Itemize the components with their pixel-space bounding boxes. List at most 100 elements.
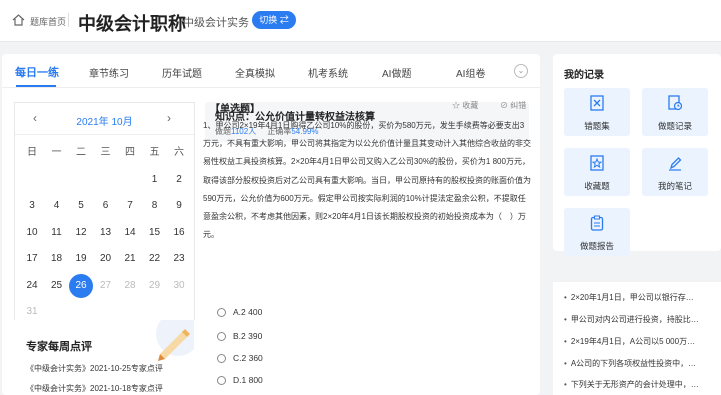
tab-past-exams[interactable]: 历年试题 bbox=[162, 65, 202, 80]
favorite-button[interactable]: ☆ 收藏 bbox=[452, 100, 478, 111]
option-label: C.2 360 bbox=[233, 353, 263, 363]
page-title: 中级会计职称 bbox=[78, 14, 186, 34]
calendar-header: ‹ 2021年 10月 › bbox=[15, 103, 194, 135]
expert-review-title: 专家每周点评 bbox=[26, 341, 92, 353]
record-label: 我的笔记 bbox=[657, 181, 692, 191]
calendar-weekday: 三 bbox=[100, 147, 111, 158]
calendar-day[interactable]: 3 bbox=[20, 194, 44, 218]
expert-review-card: 专家每周点评 《中级会计实务》2021-10-25专家点评 《中级会计实务》20… bbox=[14, 320, 195, 395]
calendar-day[interactable]: 28 bbox=[118, 274, 142, 298]
wrong-book-icon bbox=[590, 95, 604, 111]
history-icon bbox=[668, 95, 682, 111]
practice-report-button[interactable]: 做题报告 bbox=[564, 208, 630, 256]
option-b[interactable]: B.2 390 bbox=[217, 331, 263, 342]
calendar-day[interactable]: 1 bbox=[143, 168, 167, 192]
calendar-day[interactable]: 17 bbox=[20, 247, 44, 271]
radio-icon bbox=[217, 332, 226, 342]
calendar-day[interactable]: 6 bbox=[94, 194, 118, 218]
calendar-day[interactable]: 8 bbox=[143, 194, 167, 218]
calendar-weekday: 五 bbox=[149, 147, 160, 158]
option-d[interactable]: D.1 800 bbox=[217, 375, 263, 386]
subject-name: 中级会计实务 bbox=[183, 17, 249, 29]
tab-bar: 每日一练 章节练习 历年试题 全真模拟 机考系统 AI做题 AI组卷 ⌄ bbox=[2, 54, 540, 88]
option-label: D.1 800 bbox=[233, 375, 263, 385]
list-item[interactable]: 2×20年1月1日，甲公司以银行存… bbox=[564, 292, 694, 303]
calendar-weekday: 一 bbox=[51, 147, 62, 158]
calendar-day[interactable]: 30 bbox=[167, 274, 191, 298]
favorites-button[interactable]: 收藏题 bbox=[564, 148, 630, 196]
tab-ai-paper[interactable]: AI组卷 bbox=[456, 65, 485, 80]
tab-daily-practice[interactable]: 每日一练 bbox=[15, 64, 59, 80]
chevron-right-icon[interactable]: › bbox=[167, 111, 171, 125]
radio-icon bbox=[217, 376, 226, 386]
calendar-day[interactable]: 16 bbox=[167, 221, 191, 245]
radio-icon bbox=[217, 308, 226, 318]
calendar-day[interactable]: 24 bbox=[20, 274, 44, 298]
star-icon bbox=[590, 155, 604, 171]
chevron-down-icon[interactable]: ⌄ bbox=[514, 64, 528, 78]
report-error-label: 纠错 bbox=[510, 101, 527, 110]
calendar-day[interactable]: 9 bbox=[167, 194, 191, 218]
calendar-day[interactable]: 20 bbox=[94, 247, 118, 271]
option-label: A.2 400 bbox=[233, 307, 263, 317]
review-link[interactable]: 《中级会计实务》2021-10-18专家点评 bbox=[26, 383, 163, 394]
record-label: 做题记录 bbox=[657, 121, 692, 131]
calendar-weekday: 四 bbox=[125, 147, 135, 158]
option-a[interactable]: A.2 400 bbox=[217, 307, 263, 318]
wrong-questions-button[interactable]: 错题集 bbox=[564, 88, 630, 136]
header-divider bbox=[68, 13, 69, 27]
my-records-title: 我的记录 bbox=[564, 70, 604, 81]
calendar-day[interactable]: 29 bbox=[143, 274, 167, 298]
list-item[interactable]: 甲公司对内公司进行投资，持股比… bbox=[564, 314, 699, 325]
calendar-day[interactable]: 14 bbox=[118, 221, 142, 245]
tab-mock-exam[interactable]: 全真模拟 bbox=[235, 65, 275, 80]
home-icon[interactable] bbox=[12, 14, 25, 26]
list-item[interactable]: 2×19年4月1日，A公司以5 000万… bbox=[564, 336, 695, 347]
calendar-day bbox=[94, 168, 118, 192]
tab-active-indicator bbox=[16, 85, 56, 87]
option-c[interactable]: C.2 360 bbox=[217, 353, 263, 364]
option-label: B.2 390 bbox=[233, 331, 263, 341]
calendar-day[interactable]: 21 bbox=[118, 247, 142, 271]
question-text: 1、甲公司2×19年4月1日购得乙公司10%的股份，买价为580万元，发生手续费… bbox=[203, 121, 531, 240]
edit-icon bbox=[669, 157, 682, 171]
tab-ai-practice[interactable]: AI做题 bbox=[382, 65, 411, 80]
practice-history-button[interactable]: 做题记录 bbox=[642, 88, 708, 136]
record-label: 做题报告 bbox=[579, 241, 614, 251]
tab-chapter-practice[interactable]: 章节练习 bbox=[89, 65, 129, 80]
calendar-day[interactable]: 22 bbox=[143, 247, 167, 271]
radio-icon bbox=[217, 354, 226, 364]
calendar-day[interactable]: 13 bbox=[94, 221, 118, 245]
clipboard-icon bbox=[590, 215, 604, 231]
report-error-button[interactable]: ⊘ 纠错 bbox=[500, 100, 526, 111]
calendar-day[interactable]: 27 bbox=[94, 274, 118, 298]
list-item[interactable]: 下列关于无形资产的会计处理中，… bbox=[564, 379, 699, 390]
my-records-panel: 我的记录 错题集 做题记录 收藏题 我的笔记 做题报告 bbox=[553, 54, 721, 256]
pencil-decoration-icon bbox=[156, 320, 194, 361]
calendar-day[interactable]: 4 bbox=[45, 194, 69, 218]
calendar-day[interactable]: 18 bbox=[45, 247, 69, 271]
calendar-day[interactable]: 7 bbox=[118, 194, 142, 218]
calendar-day-today[interactable]: 26 bbox=[69, 273, 93, 298]
home-link[interactable]: 题库首页 bbox=[30, 15, 66, 28]
calendar-day bbox=[20, 168, 44, 192]
record-label: 收藏题 bbox=[584, 181, 610, 191]
calendar-day[interactable]: 23 bbox=[167, 247, 191, 271]
list-item[interactable]: A公司的下列各项权益性投资中，… bbox=[564, 358, 696, 369]
question-type: 【单选题】 bbox=[210, 104, 260, 115]
record-label: 错题集 bbox=[584, 121, 610, 131]
calendar-day[interactable]: 10 bbox=[20, 221, 44, 245]
calendar-day[interactable]: 2 bbox=[167, 168, 191, 192]
calendar-day[interactable]: 25 bbox=[45, 274, 69, 298]
tab-computer-exam[interactable]: 机考系统 bbox=[308, 65, 348, 80]
switch-subject-button[interactable]: 切换 ⇄ bbox=[252, 11, 296, 29]
calendar-day[interactable]: 12 bbox=[69, 221, 93, 245]
my-notes-button[interactable]: 我的笔记 bbox=[642, 148, 708, 196]
calendar-day[interactable]: 5 bbox=[69, 194, 93, 218]
calendar-day[interactable]: 11 bbox=[45, 221, 69, 245]
related-questions-list: 2×20年1月1日，甲公司以银行存… 甲公司对内公司进行投资，持股比… 2×19… bbox=[553, 282, 721, 395]
calendar: ‹ 2021年 10月 › 日一二三四五六 1 2 3 4 5 6 7 8 9 10 11 12 13 14… bbox=[14, 102, 195, 355]
review-link[interactable]: 《中级会计实务》2021-10-25专家点评 bbox=[26, 363, 163, 374]
calendar-day[interactable]: 15 bbox=[143, 221, 167, 245]
calendar-day[interactable]: 19 bbox=[69, 247, 93, 271]
